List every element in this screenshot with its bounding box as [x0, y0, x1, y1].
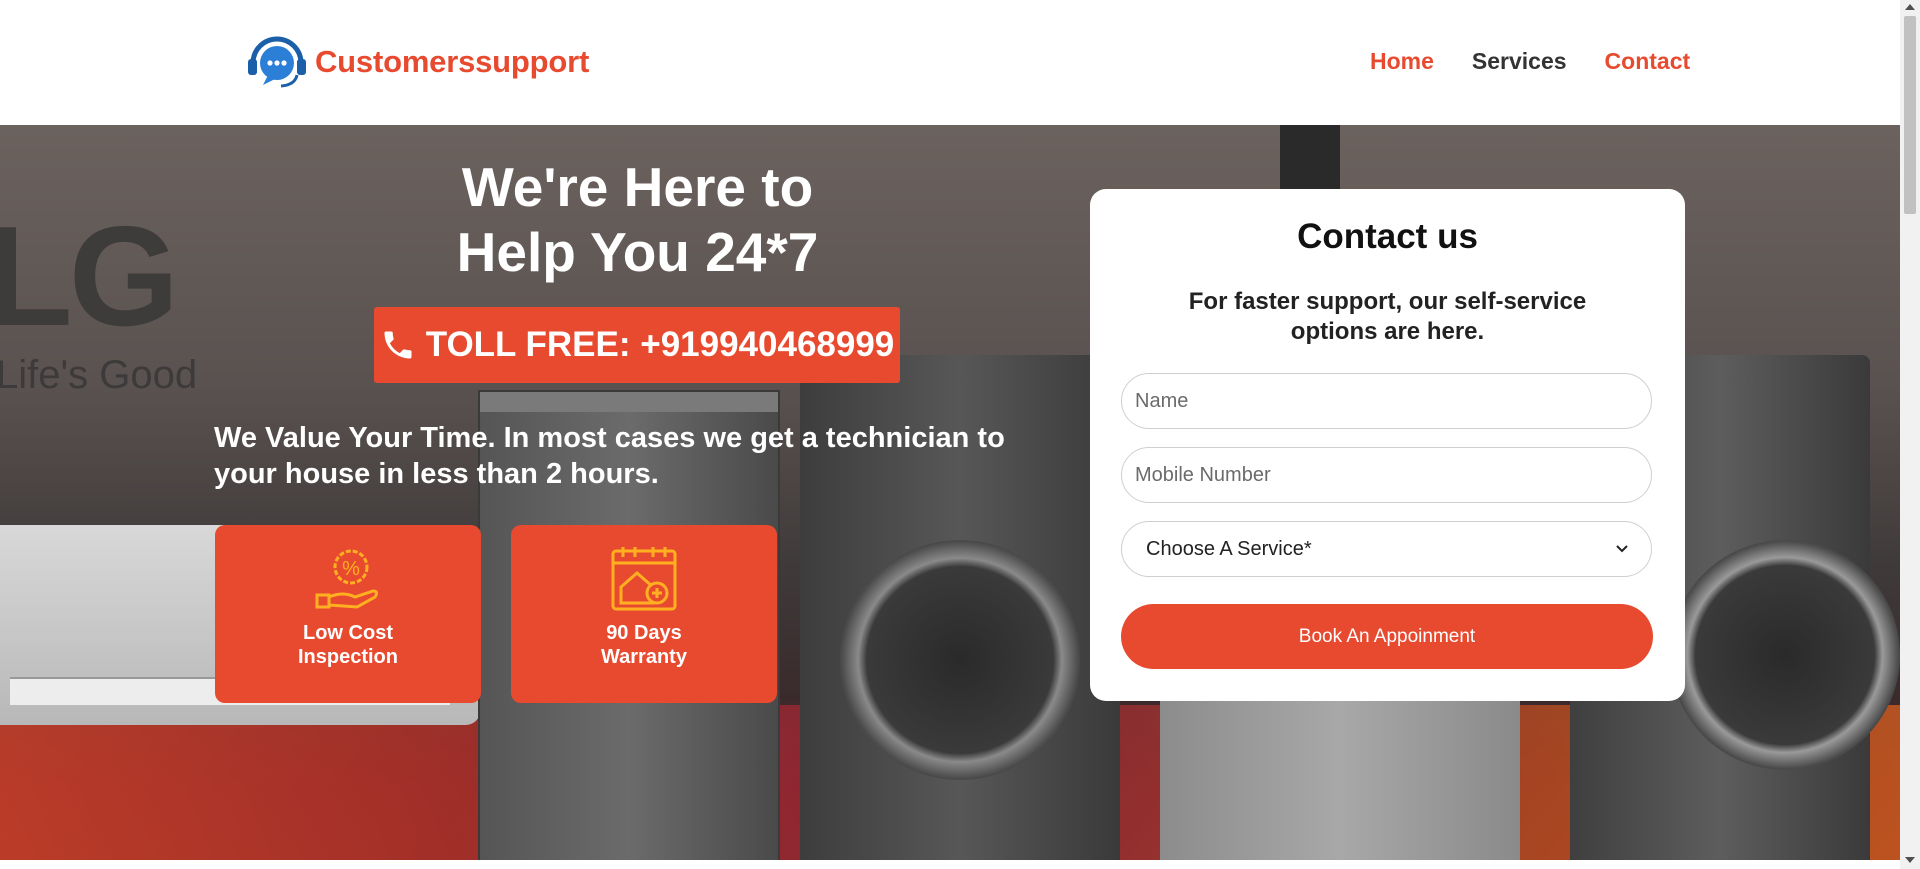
- headset-chat-icon: [248, 36, 306, 88]
- feature-label-line1: 90 Days: [606, 622, 682, 644]
- background-brand-logo: LG: [0, 197, 179, 356]
- name-input[interactable]: [1121, 373, 1652, 429]
- logo[interactable]: Customerssupport: [245, 33, 589, 91]
- brand-name: Customerssupport: [315, 44, 590, 79]
- contact-title: Contact us: [1297, 217, 1478, 256]
- feature-label-line1: Low Cost: [303, 622, 393, 644]
- feature-card-low-cost: % Low Cost Inspection: [215, 525, 481, 703]
- main-nav: Home Services Contact: [1370, 48, 1728, 75]
- value-proposition: We Value Your Time. In most cases we get…: [214, 422, 1005, 490]
- hero-title-line2: Help You 24*7: [456, 221, 819, 283]
- background-brand-tagline: Life's Good: [0, 353, 198, 397]
- book-appointment-button[interactable]: Book An Appoinment: [1121, 604, 1653, 669]
- calendar-house-icon: [611, 547, 677, 611]
- feature-card-warranty: 90 Days Warranty: [511, 525, 777, 703]
- chevron-down-icon: [1616, 545, 1628, 553]
- site-header: Customerssupport Home Services Contact: [0, 0, 1900, 125]
- feature-label-line2: Warranty: [601, 646, 687, 668]
- nav-home[interactable]: Home: [1370, 48, 1434, 75]
- phone-icon: [384, 331, 412, 359]
- vertical-scrollbar[interactable]: [1900, 0, 1920, 869]
- svg-text:%: %: [342, 558, 360, 580]
- contact-subtitle: For faster support, our self-service opt…: [1188, 288, 1587, 345]
- nav-services[interactable]: Services: [1472, 48, 1567, 75]
- hero-title: We're Here to Help You 24*7: [380, 155, 895, 285]
- service-select[interactable]: Choose A Service*: [1121, 521, 1652, 577]
- scrollbar-thumb[interactable]: [1904, 16, 1916, 214]
- tollfree-label: TOLL FREE: +919940468999: [425, 325, 895, 364]
- scroll-up-arrow-icon[interactable]: [1905, 4, 1915, 10]
- mobile-number-input[interactable]: [1121, 447, 1652, 503]
- hero-title-line1: We're Here to: [461, 156, 814, 218]
- feature-label-line2: Inspection: [297, 646, 398, 668]
- nav-contact[interactable]: Contact: [1605, 48, 1691, 75]
- hero-section: LG Life's Good We're Here to Help You 24…: [0, 125, 1900, 860]
- discount-hand-icon: %: [315, 549, 379, 609]
- scroll-down-arrow-icon[interactable]: [1905, 857, 1915, 863]
- tollfree-button[interactable]: TOLL FREE: +919940468999: [374, 307, 900, 383]
- page-bottom-strip: [0, 860, 1900, 869]
- service-select-value: Choose A Service*: [1146, 537, 1312, 560]
- contact-form-card: Contact us For faster support, our self-…: [1090, 189, 1685, 701]
